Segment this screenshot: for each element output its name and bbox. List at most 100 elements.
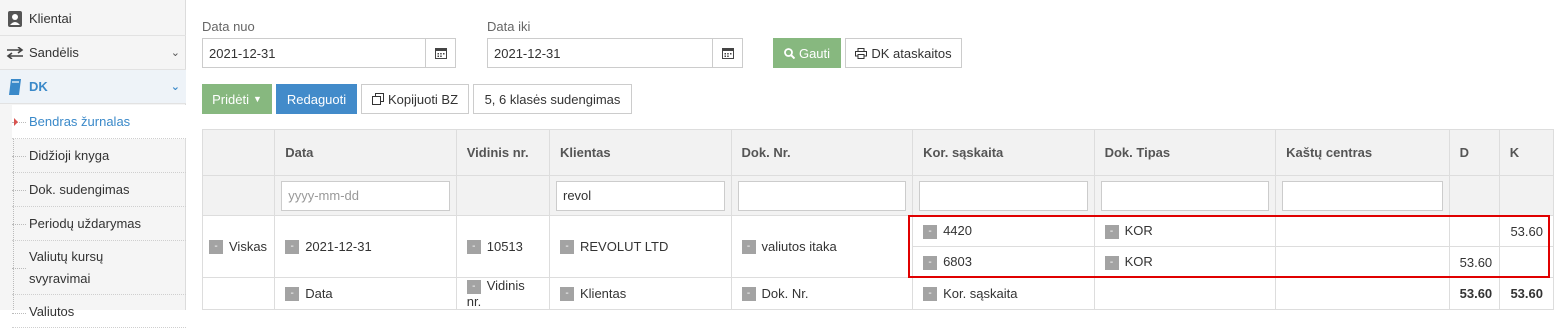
date-from-field[interactable]: 2021-12-31 (202, 38, 456, 68)
account-filter-input[interactable] (919, 180, 1088, 211)
doc-no-cell: - valiutos itaka (730, 215, 914, 278)
collapse-icon[interactable]: - (285, 240, 300, 255)
sidebar-subitem-general-journal[interactable]: Bendras žurnalas (12, 105, 186, 139)
column-header-debit[interactable]: D (1448, 129, 1500, 176)
date-to-field[interactable]: 2021-12-31 (487, 38, 743, 68)
credit-cell: 53.60 (1498, 215, 1555, 247)
get-button-label: Gauti (798, 45, 831, 61)
filter-cell (730, 175, 914, 216)
line-account: 4420 (943, 223, 972, 239)
sidebar-item-warehouse[interactable]: Sandėlis ⌄ (0, 36, 186, 70)
footer-doc-no: Dok. Nr. (761, 285, 809, 301)
column-header-client[interactable]: Klientas (549, 129, 732, 176)
line-doc-type: KOR (1124, 223, 1153, 239)
sidebar-subitem-label: Valiutų kursų svyravimai (29, 248, 104, 286)
doc-no-filter-input[interactable] (737, 180, 907, 211)
column-header-doc-type[interactable]: Dok. Tipas (1093, 129, 1277, 176)
cost-center-cell (1275, 246, 1450, 278)
cost-center-cell (1275, 215, 1450, 247)
all-cell: - Viskas (201, 215, 276, 278)
collapse-icon[interactable]: - (209, 240, 223, 255)
filter-cell (1448, 175, 1500, 216)
exchange-icon (6, 45, 24, 61)
sidebar-subitem-general-ledger[interactable]: Didžioji knyga (12, 139, 186, 173)
footer-account: Kor. sąskaita (943, 285, 1018, 301)
column-header-internal-no[interactable]: Vidinis nr. (455, 129, 551, 176)
entry-client: REVOLUT LTD (580, 238, 669, 254)
column-header-date[interactable]: Data (274, 129, 457, 176)
collapse-icon[interactable]: - (466, 240, 481, 255)
caret-down-icon: ▼ (252, 94, 262, 104)
internal-no-cell: -10513 (455, 215, 551, 278)
copy-icon (371, 93, 384, 105)
footer-date: Data (305, 285, 333, 301)
column-header-cost-center[interactable]: Kaštų centras (1275, 129, 1450, 176)
filter-cell (1093, 175, 1277, 216)
client-filter-input[interactable]: revol (556, 180, 725, 211)
copy-bz-label: Kopijuoti BZ (387, 91, 459, 107)
collapse-icon[interactable]: - (285, 287, 300, 302)
date-to-label: Data iki (487, 19, 531, 34)
collapse-icon[interactable]: - (741, 287, 756, 302)
add-button-label: Pridėti (212, 91, 249, 107)
footer-cell: - Kor. sąskaita (912, 277, 1095, 310)
search-icon (784, 47, 795, 59)
column-header-credit[interactable]: K (1498, 129, 1555, 176)
collapse-icon[interactable]: - (923, 287, 938, 302)
collapse-icon[interactable]: - (741, 240, 756, 255)
header-row: Data Vidinis nr. Klientas Dok. Nr. Kor. … (201, 129, 1555, 176)
filter-row: yyyy-mm-dd revol (201, 175, 1555, 216)
date-from-value: 2021-12-31 (209, 45, 276, 61)
filter-cell (455, 175, 551, 216)
table-row[interactable]: - Viskas -2021-12-31 -10513 - REVOLUT LTD … (201, 215, 1555, 278)
dk-reports-label: DK ataskaitos (871, 45, 952, 61)
edit-button-label: Redaguoti (286, 91, 347, 107)
date-filter-input[interactable]: yyyy-mm-dd (281, 180, 450, 211)
sidebar-item-clients[interactable]: Klientai (0, 2, 186, 36)
filter-cell (201, 175, 276, 216)
sidebar: Klientai Sandėlis ⌄ DK ⌄ Bendras žurnala… (0, 0, 186, 328)
user-icon (6, 10, 24, 27)
journal-table: Data Vidinis nr. Klientas Dok. Nr. Kor. … (201, 129, 1555, 310)
column-header (201, 129, 276, 176)
cost-center-filter-input[interactable] (1282, 180, 1443, 211)
sidebar-subitem-period-closing[interactable]: Periodų uždarymas (12, 207, 186, 241)
sidebar-subitem-currencies[interactable]: Valiutos (12, 298, 186, 328)
sidebar-subitem-doc-settlement[interactable]: Dok. sudengimas (12, 173, 186, 207)
sidebar-item-label: Sandėlis (29, 45, 79, 60)
sidebar-subitem-label: Didžioji knyga (29, 148, 110, 163)
footer-cell: - Dok. Nr. (730, 277, 914, 310)
footer-cell: - Data (274, 277, 457, 310)
total-credit: 53.60 (1498, 277, 1555, 310)
collapse-icon[interactable]: - (923, 224, 938, 239)
sidebar-subitem-label: Dok. sudengimas (29, 182, 130, 197)
sidebar-item-dk[interactable]: DK ⌄ (0, 70, 186, 104)
column-header-account[interactable]: Kor. sąskaita (912, 129, 1095, 176)
add-dropdown-button[interactable]: Pridėti ▼ (202, 84, 272, 114)
collapse-icon[interactable]: - (466, 279, 481, 294)
debit-cell: 53.60 (1448, 246, 1500, 278)
edit-button[interactable]: Redaguoti (276, 84, 357, 114)
account-cell: -4420 (912, 215, 1095, 247)
calendar-icon[interactable] (425, 39, 455, 67)
collapse-icon[interactable]: - (560, 240, 574, 255)
collapse-icon[interactable]: - (923, 255, 938, 270)
doc-type-filter-input[interactable] (1100, 180, 1270, 211)
filter-cell (1275, 175, 1450, 216)
class-merge-button[interactable]: 5, 6 klasės sudengimas (473, 84, 632, 114)
footer-cell: - Vidinis nr. (455, 277, 551, 310)
collapse-icon[interactable]: - (560, 287, 574, 302)
copy-bz-button[interactable]: Kopijuoti BZ (361, 84, 469, 114)
column-header-doc-no[interactable]: Dok. Nr. (730, 129, 914, 176)
collapse-icon[interactable]: - (1104, 224, 1119, 239)
calendar-icon[interactable] (712, 39, 742, 67)
debit-cell (1448, 215, 1500, 247)
dk-reports-button[interactable]: DK ataskaitos (845, 38, 962, 68)
sidebar-subitem-label: Valiutos (29, 304, 75, 319)
sidebar-subitem-currency-fluctuations[interactable]: Valiutų kursų svyravimai (12, 241, 186, 295)
get-button[interactable]: Gauti (773, 38, 841, 68)
footer-client: Klientas (580, 285, 627, 301)
collapse-icon[interactable]: - (1104, 255, 1119, 270)
doc-type-cell: - KOR (1093, 246, 1277, 278)
chevron-down-icon: ⌄ (170, 81, 180, 93)
